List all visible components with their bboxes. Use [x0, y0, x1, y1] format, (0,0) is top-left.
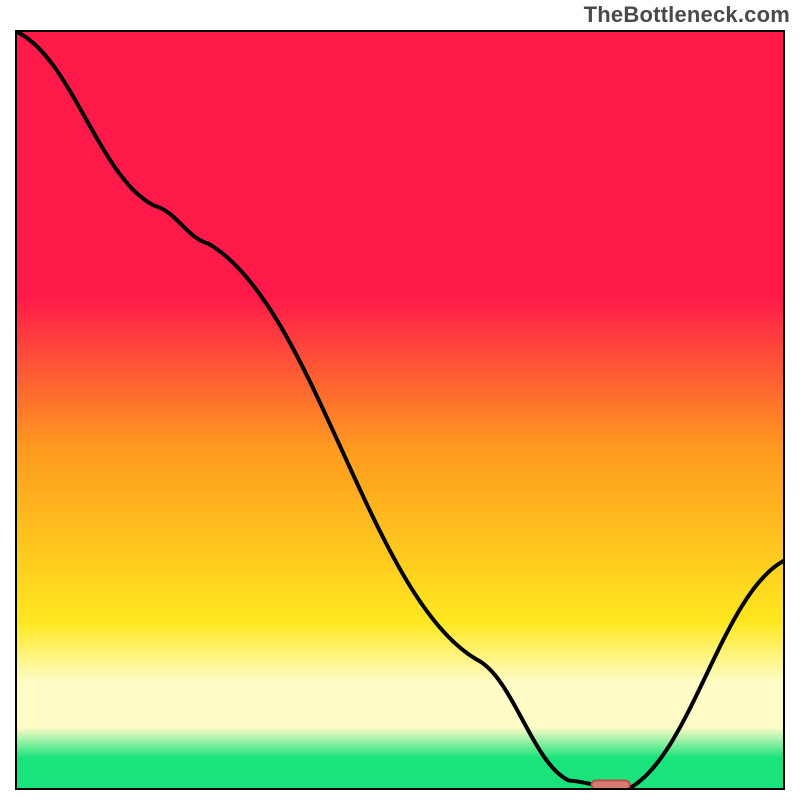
optimum-marker — [592, 780, 630, 788]
curve-layer — [17, 32, 783, 788]
chart-stage: TheBottleneck.com — [0, 0, 800, 800]
plot-area — [15, 30, 785, 790]
watermark-text: TheBottleneck.com — [584, 2, 790, 28]
bottleneck-curve — [17, 32, 783, 788]
